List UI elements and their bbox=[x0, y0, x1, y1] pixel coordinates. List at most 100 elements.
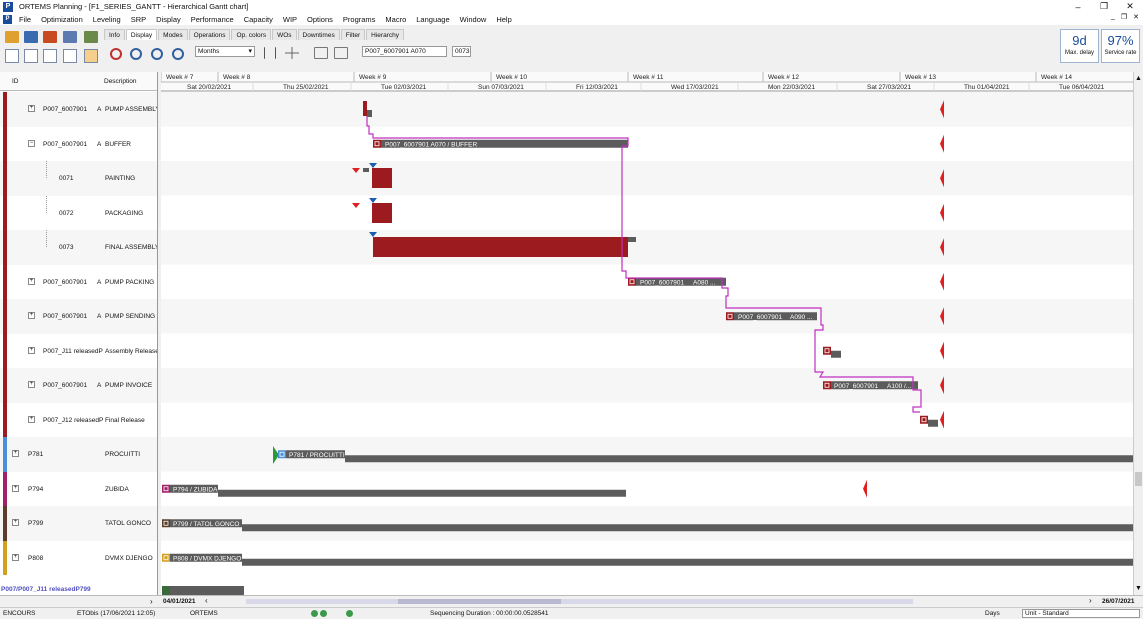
menu-window[interactable]: Window bbox=[455, 15, 492, 24]
timeline-overview[interactable] bbox=[246, 599, 913, 604]
gantt-chart[interactable]: Week # 7 Week # 8 Week # 9 Week # 10 Week # … bbox=[161, 72, 1133, 595]
expand-icon[interactable]: + bbox=[28, 312, 35, 319]
table-row[interactable]: + P007_J11 releasedP Assembly Release bbox=[0, 333, 157, 368]
table-row[interactable]: + P007_6007901 A PUMP SENDING bbox=[0, 299, 157, 334]
expand-icon[interactable]: + bbox=[28, 105, 35, 112]
expand-icon[interactable]: + bbox=[12, 450, 19, 457]
table-row[interactable]: 0073 FINAL ASSEMBLY bbox=[0, 230, 157, 265]
operation-input[interactable]: 0073 bbox=[452, 46, 471, 57]
table-row[interactable]: + P007_J12 releasedP Final Release bbox=[0, 402, 157, 437]
table-row[interactable]: + P007_6007901 A PUMP INVOICE bbox=[0, 368, 157, 403]
expand-icon[interactable]: + bbox=[12, 484, 19, 492]
status-ok-icon bbox=[320, 610, 327, 617]
open-icon[interactable] bbox=[5, 31, 19, 43]
header-description[interactable]: Description bbox=[104, 78, 137, 85]
view-mode-3-icon[interactable] bbox=[43, 49, 57, 63]
scroll-up-icon[interactable]: ▲ bbox=[1135, 75, 1142, 82]
wo-search-input[interactable]: P007_6007901 A070 bbox=[362, 46, 447, 57]
properties-icon[interactable] bbox=[334, 47, 348, 59]
expand-icon[interactable]: + bbox=[28, 415, 35, 423]
wo-color-bar bbox=[3, 195, 7, 230]
table-row[interactable]: 0072 PACKAGING bbox=[0, 195, 157, 230]
view-mode-1-icon[interactable] bbox=[5, 49, 19, 63]
menu-options[interactable]: Options bbox=[302, 15, 338, 24]
menu-language[interactable]: Language bbox=[411, 15, 454, 24]
menu-capacity[interactable]: Capacity bbox=[239, 15, 278, 24]
zoom-search-icon[interactable] bbox=[110, 48, 122, 60]
vertical-scrollbar[interactable]: ▲ ▼ bbox=[1133, 72, 1143, 595]
timeline-window[interactable] bbox=[398, 599, 561, 604]
warning-view-icon[interactable] bbox=[84, 49, 98, 63]
date-label: Sat 27/03/2021 bbox=[867, 84, 911, 91]
bar-label: P007_6007901 A070 / BUFFER bbox=[385, 141, 477, 148]
menu-performance[interactable]: Performance bbox=[186, 15, 239, 24]
expand-icon[interactable]: + bbox=[12, 553, 19, 561]
bar-label: P007_6007901 bbox=[834, 383, 878, 390]
grid-scroll-right-icon[interactable]: › bbox=[150, 597, 153, 606]
tab-downtimes[interactable]: Downtimes bbox=[297, 29, 340, 40]
gantt-canvas[interactable]: Week # 7 Week # 8 Week # 9 Week # 10 Week # … bbox=[161, 72, 1133, 595]
menu-srp[interactable]: SRP bbox=[126, 15, 151, 24]
mdi-minimize-button[interactable]: _ bbox=[1111, 13, 1115, 21]
tab-filter[interactable]: Filter bbox=[340, 29, 366, 40]
columns-icon[interactable] bbox=[264, 47, 276, 59]
timeline-right-icon[interactable]: › bbox=[1089, 596, 1092, 605]
table-row[interactable]: + P007_6007901 A PUMP ASSEMBLY bbox=[0, 92, 157, 127]
tab-wos[interactable]: WOs bbox=[272, 29, 297, 40]
reports-icon[interactable] bbox=[43, 31, 57, 43]
view-mode-2-icon[interactable] bbox=[24, 49, 38, 63]
timeline-bar: › 04/01/2021 ‹ › 26/07/2021 bbox=[0, 595, 1143, 607]
table-row[interactable]: − P007_6007901 A BUFFER bbox=[0, 126, 157, 161]
comment-icon[interactable] bbox=[314, 47, 328, 59]
filter-check-icon[interactable] bbox=[84, 31, 98, 43]
gantt-row-bg bbox=[161, 92, 1133, 127]
grid-view-icon[interactable] bbox=[63, 49, 77, 63]
table-row[interactable]: 0071 PAINTING bbox=[0, 161, 157, 196]
table-row[interactable]: + P799 TATOL GONCO bbox=[0, 506, 157, 541]
expand-icon[interactable]: + bbox=[28, 381, 35, 388]
zoom-out-icon[interactable] bbox=[172, 48, 184, 60]
mdi-restore-button[interactable]: ❐ bbox=[1121, 13, 1127, 21]
save-icon[interactable] bbox=[24, 31, 38, 43]
menu-optimization[interactable]: Optimization bbox=[36, 15, 88, 24]
table-row[interactable]: + P808 DVMX DJENGO bbox=[0, 540, 157, 575]
expand-icon[interactable]: + bbox=[28, 277, 35, 285]
header-id[interactable]: ID bbox=[12, 78, 19, 85]
table-row[interactable]: + P007_6007901 A PUMP PACKING bbox=[0, 264, 157, 299]
menu-leveling[interactable]: Leveling bbox=[88, 15, 126, 24]
crosshair-icon[interactable] bbox=[285, 47, 299, 59]
collapse-icon[interactable]: − bbox=[28, 139, 35, 147]
row-id: 0071 bbox=[59, 175, 74, 182]
expand-icon[interactable]: + bbox=[28, 346, 35, 354]
menu-help[interactable]: Help bbox=[491, 15, 516, 24]
minimize-button[interactable]: – bbox=[1065, 0, 1091, 13]
restore-button[interactable]: ❐ bbox=[1091, 0, 1117, 13]
tab-hierarchy[interactable]: Hierarchy bbox=[366, 29, 404, 40]
table-row[interactable]: + P794 ZUBIDA bbox=[0, 471, 157, 506]
grid-footer-path: P007/P007_J11 releasedP799 bbox=[1, 586, 91, 593]
unit-select[interactable]: Unit - Standard bbox=[1022, 609, 1140, 618]
calendar-icon[interactable] bbox=[63, 31, 77, 43]
tab-modes[interactable]: Modes bbox=[158, 29, 188, 40]
scroll-down-icon[interactable]: ▼ bbox=[1135, 585, 1142, 592]
close-button[interactable]: ✕ bbox=[1117, 0, 1143, 13]
zoom-fit-icon[interactable] bbox=[130, 48, 142, 60]
menu-wip[interactable]: WIP bbox=[278, 15, 302, 24]
menu-programs[interactable]: Programs bbox=[338, 15, 381, 24]
tab-display[interactable]: Display bbox=[125, 29, 158, 40]
expand-icon[interactable]: + bbox=[12, 519, 19, 526]
tab-info[interactable]: Info bbox=[104, 29, 125, 40]
tab-operations[interactable]: Operations bbox=[188, 29, 231, 40]
menu-display[interactable]: Display bbox=[151, 15, 186, 24]
timeline-left-icon[interactable]: ‹ bbox=[205, 596, 208, 605]
menu-file[interactable]: File bbox=[14, 15, 36, 24]
zoom-in-icon[interactable] bbox=[151, 48, 163, 60]
table-row[interactable]: + P781 PROCUITTI bbox=[0, 437, 157, 472]
bar-start-marker bbox=[920, 415, 928, 424]
mdi-close-button[interactable]: ✕ bbox=[1133, 13, 1139, 21]
scroll-thumb[interactable] bbox=[1135, 472, 1142, 486]
menu-macro[interactable]: Macro bbox=[380, 15, 411, 24]
time-scale-select[interactable]: Months bbox=[195, 46, 255, 57]
row-id: P794 bbox=[28, 485, 44, 493]
tab-op-colors[interactable]: Op. colors bbox=[231, 29, 272, 40]
